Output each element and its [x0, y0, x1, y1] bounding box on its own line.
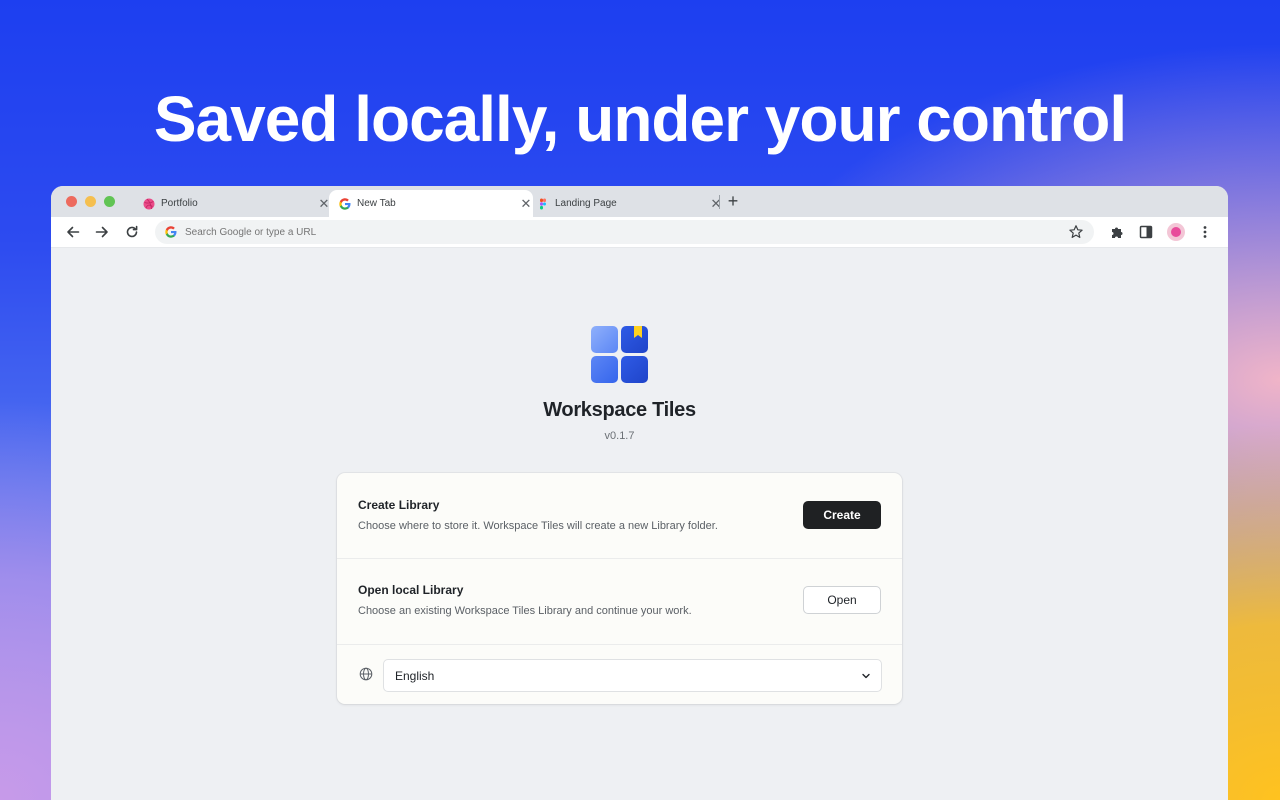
forward-button[interactable] — [93, 223, 111, 241]
reload-icon — [126, 225, 138, 238]
tab-portfolio[interactable]: Portfolio ✕ — [135, 190, 331, 217]
reload-button[interactable] — [123, 223, 141, 241]
browser-toolbar — [51, 217, 1228, 248]
window-controls — [66, 196, 115, 207]
avatar — [1167, 223, 1185, 241]
language-selected-value: English — [395, 668, 435, 683]
side-panel-icon — [1139, 225, 1153, 239]
google-icon — [165, 226, 177, 238]
create-library-description: Choose where to store it. Workspace Tile… — [358, 520, 718, 532]
page-content: Workspace Tiles v0.1.7 Create Library Ch… — [51, 247, 1228, 800]
browser-menu-button[interactable] — [1196, 223, 1214, 241]
extensions-button[interactable] — [1108, 223, 1126, 241]
arrow-left-icon — [67, 226, 80, 238]
library-setup-card: Create Library Choose where to store it.… — [337, 473, 902, 704]
maximize-window-button[interactable] — [104, 196, 115, 207]
close-tab-icon[interactable]: ✕ — [709, 196, 723, 212]
tab-landing-page[interactable]: Landing Page ✕ — [529, 190, 723, 217]
open-library-title: Open local Library — [358, 583, 464, 597]
omnibox-input[interactable] — [183, 225, 1037, 239]
dribbble-icon — [143, 198, 155, 209]
app-title: Workspace Tiles — [543, 399, 696, 421]
tab-divider — [719, 195, 720, 209]
side-panel-button[interactable] — [1137, 223, 1155, 241]
tab-label: New Tab — [357, 198, 396, 209]
open-library-description: Choose an existing Workspace Tiles Libra… — [358, 605, 692, 617]
arrow-right-icon — [95, 226, 108, 238]
workspace-tiles-logo-icon — [591, 326, 648, 383]
tab-strip: Portfolio ✕ New Tab ✕ Landing Page ✕ + — [51, 186, 1228, 217]
google-icon — [339, 197, 351, 210]
new-tab-button[interactable]: + — [725, 191, 741, 212]
headline: Saved locally, under your control — [153, 83, 1127, 155]
open-button[interactable]: Open — [803, 586, 881, 614]
app-version: v0.1.7 — [604, 430, 635, 442]
puzzle-icon — [1111, 227, 1122, 238]
bookmark-star-icon[interactable] — [1068, 224, 1084, 240]
close-window-button[interactable] — [66, 196, 77, 207]
minimize-window-button[interactable] — [85, 196, 96, 207]
language-select[interactable]: English — [383, 659, 882, 692]
back-button[interactable] — [64, 223, 82, 241]
globe-icon — [359, 667, 373, 681]
more-vertical-icon — [1203, 226, 1207, 238]
chevron-down-icon — [862, 673, 870, 678]
tab-new-tab[interactable]: New Tab ✕ — [329, 190, 533, 217]
profile-button[interactable] — [1167, 223, 1185, 241]
browser-window: Portfolio ✕ New Tab ✕ Landing Page ✕ + S… — [51, 186, 1228, 800]
tab-label: Landing Page — [555, 198, 617, 209]
figma-icon — [540, 198, 546, 209]
create-library-row: Create Library Choose where to store it.… — [337, 473, 902, 559]
create-button[interactable]: Create — [803, 501, 881, 529]
address-bar[interactable] — [155, 220, 1094, 244]
open-library-row: Open local Library Choose an existing Wo… — [337, 559, 902, 645]
language-row: English — [337, 645, 902, 704]
tab-label: Portfolio — [161, 198, 198, 209]
create-library-title: Create Library — [358, 498, 440, 512]
